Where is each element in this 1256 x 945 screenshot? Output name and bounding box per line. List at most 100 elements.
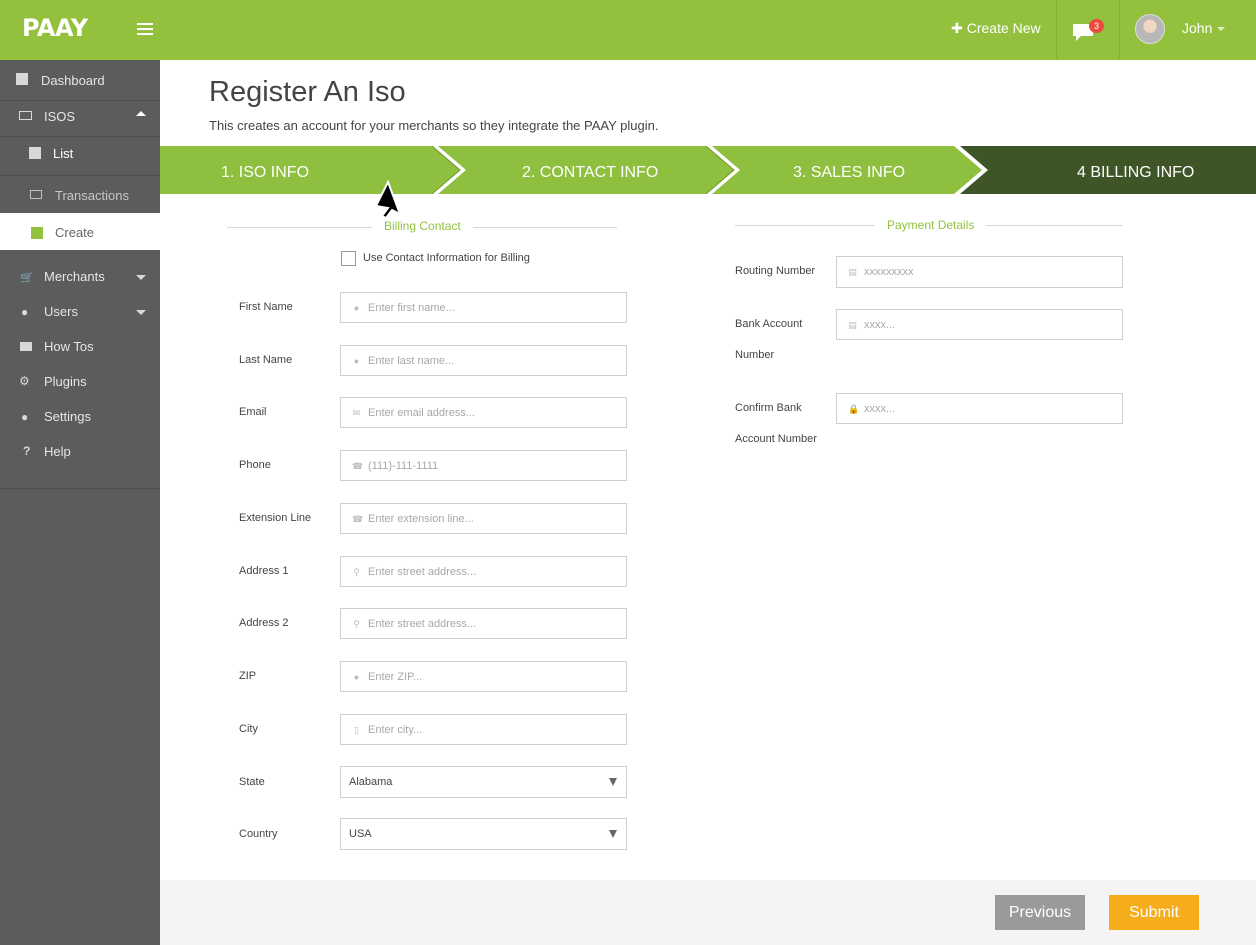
chevron-down-icon[interactable] [136, 275, 146, 280]
extension-line-input[interactable] [368, 504, 618, 533]
sidebar-item-plugins[interactable]: ⚙ Plugins [0, 364, 160, 399]
envelope-icon: ✉ [352, 408, 361, 418]
map-marker-icon: ⚲ [353, 567, 360, 577]
phone-field[interactable]: ☎ [340, 450, 627, 481]
routing-number-field[interactable]: ▤ [836, 256, 1123, 288]
email-field[interactable]: ✉ [340, 397, 627, 428]
confirm-account-input[interactable] [864, 394, 1114, 423]
confirm-bank-label-cont: Account Number [735, 433, 817, 445]
map-marker-icon: ⚲ [353, 619, 360, 629]
sidebar-item-label: Merchants [44, 269, 105, 284]
sidebar-item-list[interactable]: List [0, 136, 160, 174]
sidebar-item-isos[interactable]: ISOS [0, 98, 160, 133]
logo[interactable]: PAAY [22, 14, 88, 42]
sidebar-item-merchants[interactable]: 🛒 Merchants [0, 259, 160, 294]
lock-icon: 🔒 [848, 404, 860, 414]
caret-down-icon [609, 830, 617, 838]
sidebar-item-dashboard[interactable]: Dashboard [0, 62, 160, 97]
square-icon [16, 73, 28, 85]
bank-account-input[interactable] [864, 310, 1114, 339]
use-contact-label: Use Contact Information for Billing [363, 252, 530, 264]
folder-icon [20, 342, 32, 351]
routing-number-input[interactable] [864, 257, 1114, 286]
last-name-input[interactable] [368, 346, 618, 375]
user-icon: ● [21, 305, 29, 319]
divider [1056, 0, 1057, 60]
square-icon [29, 147, 41, 159]
sidebar-item-create[interactable]: Create [0, 213, 160, 250]
address-2-input[interactable] [368, 609, 618, 638]
address-2-label: Address 2 [239, 617, 289, 629]
confirm-bank-label: Confirm Bank [735, 402, 802, 414]
sidebar-item-settings[interactable]: ● Settings [0, 399, 160, 434]
page-subtitle: This creates an account for your merchan… [209, 118, 659, 133]
question-icon: ? [23, 444, 31, 458]
extension-line-field[interactable]: ☎ [340, 503, 627, 534]
sidebar-item-label: Dashboard [41, 73, 105, 88]
chevron-down-icon[interactable] [136, 310, 146, 315]
city-label: City [239, 723, 258, 735]
menu-toggle-icon[interactable] [137, 23, 153, 35]
last-name-field[interactable]: ● [340, 345, 627, 376]
first-name-input[interactable] [368, 293, 618, 322]
sidebar-item-transactions[interactable]: Transactions [0, 178, 160, 213]
caret-down-icon [609, 778, 617, 786]
barcode-icon: ▤ [848, 267, 857, 277]
address-1-field[interactable]: ⚲ [340, 556, 627, 587]
barcode-icon: ▤ [848, 320, 857, 330]
create-new-label: Create New [966, 20, 1041, 36]
submit-button[interactable]: Submit [1109, 895, 1199, 930]
last-name-label: Last Name [239, 354, 293, 366]
mouse-cursor-icon [374, 180, 402, 220]
email-input[interactable] [368, 398, 618, 427]
payment-details-title: Payment Details [875, 218, 987, 232]
phone-icon: ☎ [352, 461, 364, 471]
first-name-field[interactable]: ● [340, 292, 627, 323]
user-icon: ● [353, 356, 360, 366]
sidebar-item-label: Settings [44, 409, 91, 424]
state-value: Alabama [349, 776, 393, 788]
sidebar-item-label: List [53, 146, 74, 161]
routing-number-label: Routing Number [735, 265, 816, 277]
country-value: USA [349, 828, 372, 840]
step-sales-info[interactable]: 3. SALES INFO [793, 164, 905, 182]
state-select[interactable]: Alabama [340, 766, 627, 798]
create-new-button[interactable]: ✚ Create New [951, 20, 1041, 37]
country-label: Country [239, 828, 278, 840]
use-contact-checkbox[interactable] [341, 251, 356, 266]
previous-button[interactable]: Previous [995, 895, 1085, 930]
avatar[interactable] [1135, 14, 1165, 44]
email-label: Email [239, 406, 267, 418]
sidebar-item-users[interactable]: ● Users [0, 294, 160, 329]
extension-line-label: Extension Line [239, 512, 312, 524]
bank-account-field[interactable]: ▤ [836, 309, 1123, 340]
building-icon: ▯ [354, 725, 359, 735]
chevron-down-icon[interactable] [1217, 27, 1225, 31]
confirm-account-field[interactable]: 🔒 [836, 393, 1123, 424]
sidebar-item-label: Plugins [44, 374, 87, 389]
step-iso-info[interactable]: 1. ISO INFO [221, 164, 309, 182]
address-2-field[interactable]: ⚲ [340, 608, 627, 639]
page-title: Register An Iso [209, 76, 406, 108]
phone-input[interactable] [368, 451, 618, 480]
sidebar-item-help[interactable]: ? Help [0, 434, 160, 469]
step-billing-info[interactable]: 4 BILLING INFO [1077, 164, 1194, 182]
form-footer [160, 880, 1256, 945]
monitor-icon [30, 190, 42, 199]
sidebar-item-label: Transactions [55, 188, 129, 203]
phone-icon: ☎ [352, 514, 364, 524]
city-input[interactable] [368, 715, 618, 744]
divider [1119, 0, 1120, 60]
sidebar-item-label: Users [44, 304, 78, 319]
square-icon [31, 227, 43, 239]
cogs-icon: ⚙ [19, 374, 30, 388]
address-1-input[interactable] [368, 557, 618, 586]
zip-field[interactable]: ● [340, 661, 627, 692]
sidebar-item-how-tos[interactable]: How Tos [0, 329, 160, 364]
chevron-up-icon[interactable] [136, 111, 146, 116]
city-field[interactable]: ▯ [340, 714, 627, 745]
country-select[interactable]: USA [340, 818, 627, 850]
user-menu[interactable]: John [1182, 20, 1212, 36]
step-contact-info[interactable]: 2. CONTACT INFO [522, 164, 658, 182]
zip-input[interactable] [368, 662, 618, 691]
